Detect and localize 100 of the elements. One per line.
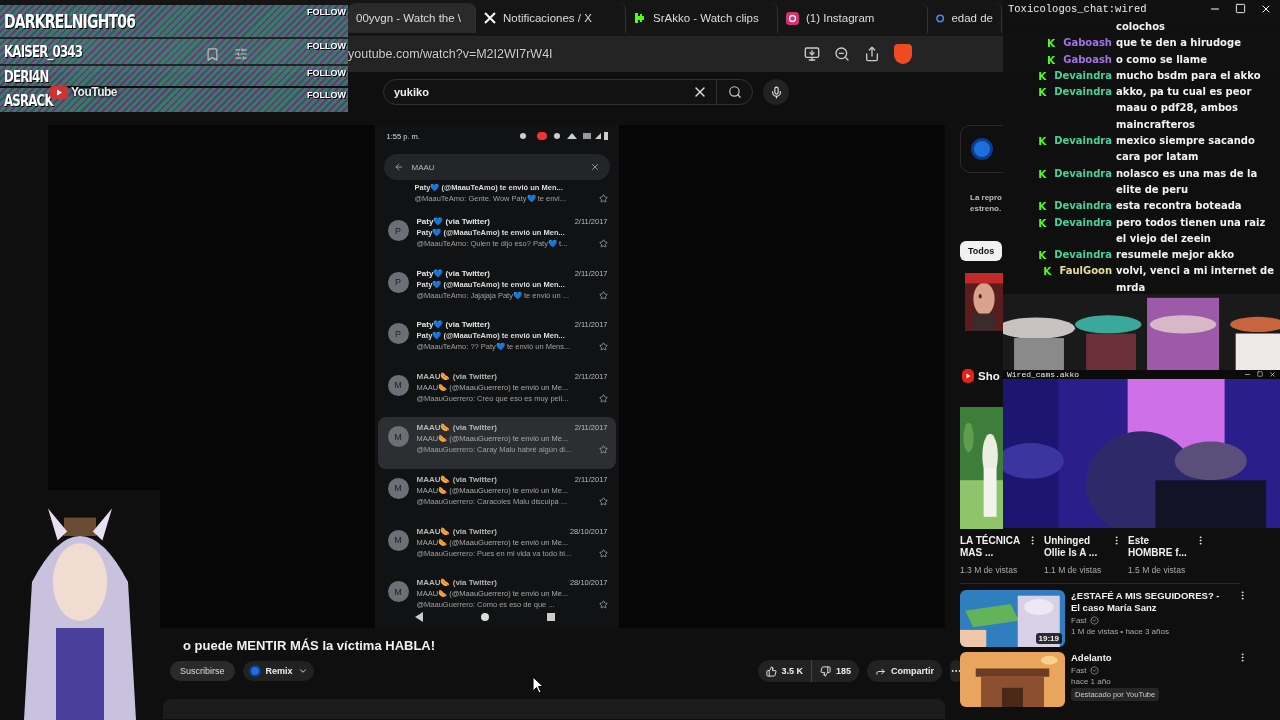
- role-letter: K: [1038, 166, 1047, 182]
- like-button[interactable]: 3.5 K: [757, 660, 813, 682]
- shorts-logo-icon: [962, 369, 974, 383]
- role-letter: K: [1047, 52, 1056, 68]
- remix-button[interactable]: Remix: [242, 661, 314, 681]
- video-title[interactable]: ¿ESTAFÉ A MIS SEGUIDORES? - El caso María Sanz: [1071, 590, 1231, 614]
- close-icon[interactable]: [1260, 3, 1272, 15]
- chat-message: volvi, venci a mi internet de mrda: [1116, 264, 1275, 295]
- channel-name[interactable]: Fast: [1071, 616, 1087, 625]
- chat-username[interactable]: Devaindra: [1054, 198, 1112, 215]
- chat-message: mucho bsdm para el akko: [1116, 68, 1262, 83]
- camera-icon: [786, 11, 799, 25]
- bookmark-icon[interactable]: [205, 46, 220, 62]
- follower-name: DARKRELNIGHT06: [4, 10, 136, 32]
- chat-username[interactable]: Devaindra: [1054, 84, 1112, 101]
- browser-tab[interactable]: SrAkko - Watch clips: [626, 3, 778, 33]
- dislike-button[interactable]: 185: [812, 660, 860, 682]
- avatar-initial: P: [387, 271, 409, 293]
- cursor-icon: [532, 676, 544, 694]
- close-icon[interactable]: [1269, 371, 1276, 378]
- thumbs-down-icon: [820, 665, 832, 677]
- thumbs-up-icon: [765, 665, 777, 677]
- avatar-initial: M: [387, 581, 409, 603]
- maximize-icon[interactable]: [1235, 3, 1246, 14]
- avatar-initial: P: [387, 323, 409, 345]
- follow-button[interactable]: FOLLOW: [307, 90, 346, 100]
- role-letter: K: [1038, 248, 1047, 264]
- chat-message: resumele mejor akko: [1116, 248, 1236, 263]
- channel-name[interactable]: Fast: [1071, 666, 1087, 675]
- video-title: o puede MENTIR MÁS la víctima HABLA!: [183, 638, 437, 653]
- clear-icon: [589, 162, 600, 172]
- notice-text: estreno.: [970, 204, 1002, 213]
- address-field[interactable]: youtube.com/watch?v=M2I2WI7rW4I: [348, 47, 790, 61]
- subscribe-button[interactable]: Suscribirse: [170, 661, 235, 681]
- browser-tab[interactable]: edad de: [928, 3, 1002, 33]
- chat-username[interactable]: Gaboash: [1063, 35, 1112, 52]
- avatar-initial: M: [387, 374, 409, 396]
- zoom-out-icon[interactable]: [834, 46, 850, 62]
- mail-search-field[interactable]: MAAU: [383, 154, 610, 180]
- share-button[interactable]: Compartir: [867, 660, 943, 682]
- role-letter: K: [1038, 215, 1047, 231]
- chat-message: que te den a hirudoge: [1116, 36, 1242, 51]
- email-sender: MAAU🌭 (via Twitter): [416, 371, 498, 381]
- avatar-initial: M: [387, 529, 409, 551]
- short-title[interactable]: Unhinged Ollie Is A ...: [1044, 535, 1110, 559]
- email-sender: MAAU🌭 (via Twitter): [416, 474, 498, 484]
- star-icon[interactable]: [598, 393, 608, 403]
- install-icon[interactable]: [804, 46, 820, 62]
- notice-text: La repro: [970, 193, 1002, 202]
- star-icon[interactable]: [598, 548, 608, 558]
- follow-button[interactable]: FOLLOW: [307, 7, 346, 17]
- logo-text[interactable]: YouTube: [71, 85, 118, 99]
- follow-button[interactable]: FOLLOW: [307, 41, 346, 51]
- chat-message: colochos: [1116, 20, 1166, 34]
- chat-username[interactable]: Devaindra: [1054, 214, 1112, 231]
- section-title: Sho: [978, 370, 1000, 382]
- chat-username[interactable]: FaulGoon: [1059, 263, 1112, 280]
- avatar-initial: M: [387, 477, 409, 499]
- view-count: 1.3 M de vistas: [960, 565, 1019, 575]
- star-icon[interactable]: [598, 239, 608, 248]
- minimize-icon[interactable]: [1244, 371, 1251, 378]
- star-icon[interactable]: [598, 194, 608, 203]
- follower-name: ASRACK: [4, 90, 53, 110]
- email-sender: Paty💙 (via Twitter): [416, 217, 490, 226]
- site-settings-icon[interactable]: [234, 47, 248, 61]
- role-letter: K: [1038, 85, 1047, 101]
- follow-button[interactable]: FOLLOW: [307, 68, 346, 78]
- email-sender: Paty💙 (via Twitter): [416, 268, 490, 278]
- video-player[interactable]: [48, 125, 945, 628]
- mic-button[interactable]: [763, 79, 789, 105]
- chat-username[interactable]: Devaindra: [1054, 165, 1112, 182]
- share-icon[interactable]: [864, 46, 880, 62]
- maximize-icon[interactable]: [1257, 371, 1263, 377]
- star-icon[interactable]: [598, 600, 608, 610]
- browser-tab[interactable]: 00yvgn - Watch the \: [348, 3, 476, 33]
- verified-icon: [1089, 616, 1099, 625]
- nav-bar-drawing[interactable]: [414, 612, 555, 622]
- video-title[interactable]: Adelanto: [1071, 652, 1231, 664]
- chat-username[interactable]: Devaindra: [1054, 247, 1112, 264]
- window-title: Toxicologos_chat:wired: [1008, 3, 1147, 15]
- browser-tab[interactable]: (1) Instagram: [778, 3, 928, 33]
- star-icon[interactable]: [598, 342, 608, 352]
- chat-username[interactable]: Gaboash: [1063, 51, 1112, 68]
- chat-message: esta recontra boteada: [1116, 199, 1243, 214]
- filter-chip[interactable]: Todos: [960, 241, 1003, 261]
- email-sender: Paty💙 (via Twitter): [416, 320, 490, 330]
- star-icon[interactable]: [598, 290, 608, 300]
- chat-username[interactable]: Devaindra: [1054, 133, 1112, 150]
- role-letter: K: [1043, 264, 1052, 280]
- short-title[interactable]: LA TÉCNICA MAS ...: [960, 535, 1026, 559]
- search-field[interactable]: yukiko: [383, 79, 753, 105]
- star-icon[interactable]: [598, 496, 608, 506]
- short-title[interactable]: Este HOMBRE f...: [1128, 535, 1194, 559]
- avatar-initial: P: [387, 220, 409, 241]
- view-count: 1.1 M de vistas: [1044, 565, 1103, 575]
- star-icon[interactable]: [598, 445, 608, 455]
- email-sender: MAAU🌭 (via Twitter): [416, 423, 498, 433]
- browser-tab[interactable]: Notificaciones / X: [476, 3, 626, 33]
- role-letter: K: [1038, 134, 1047, 150]
- chat-username[interactable]: Devaindra: [1054, 67, 1112, 85]
